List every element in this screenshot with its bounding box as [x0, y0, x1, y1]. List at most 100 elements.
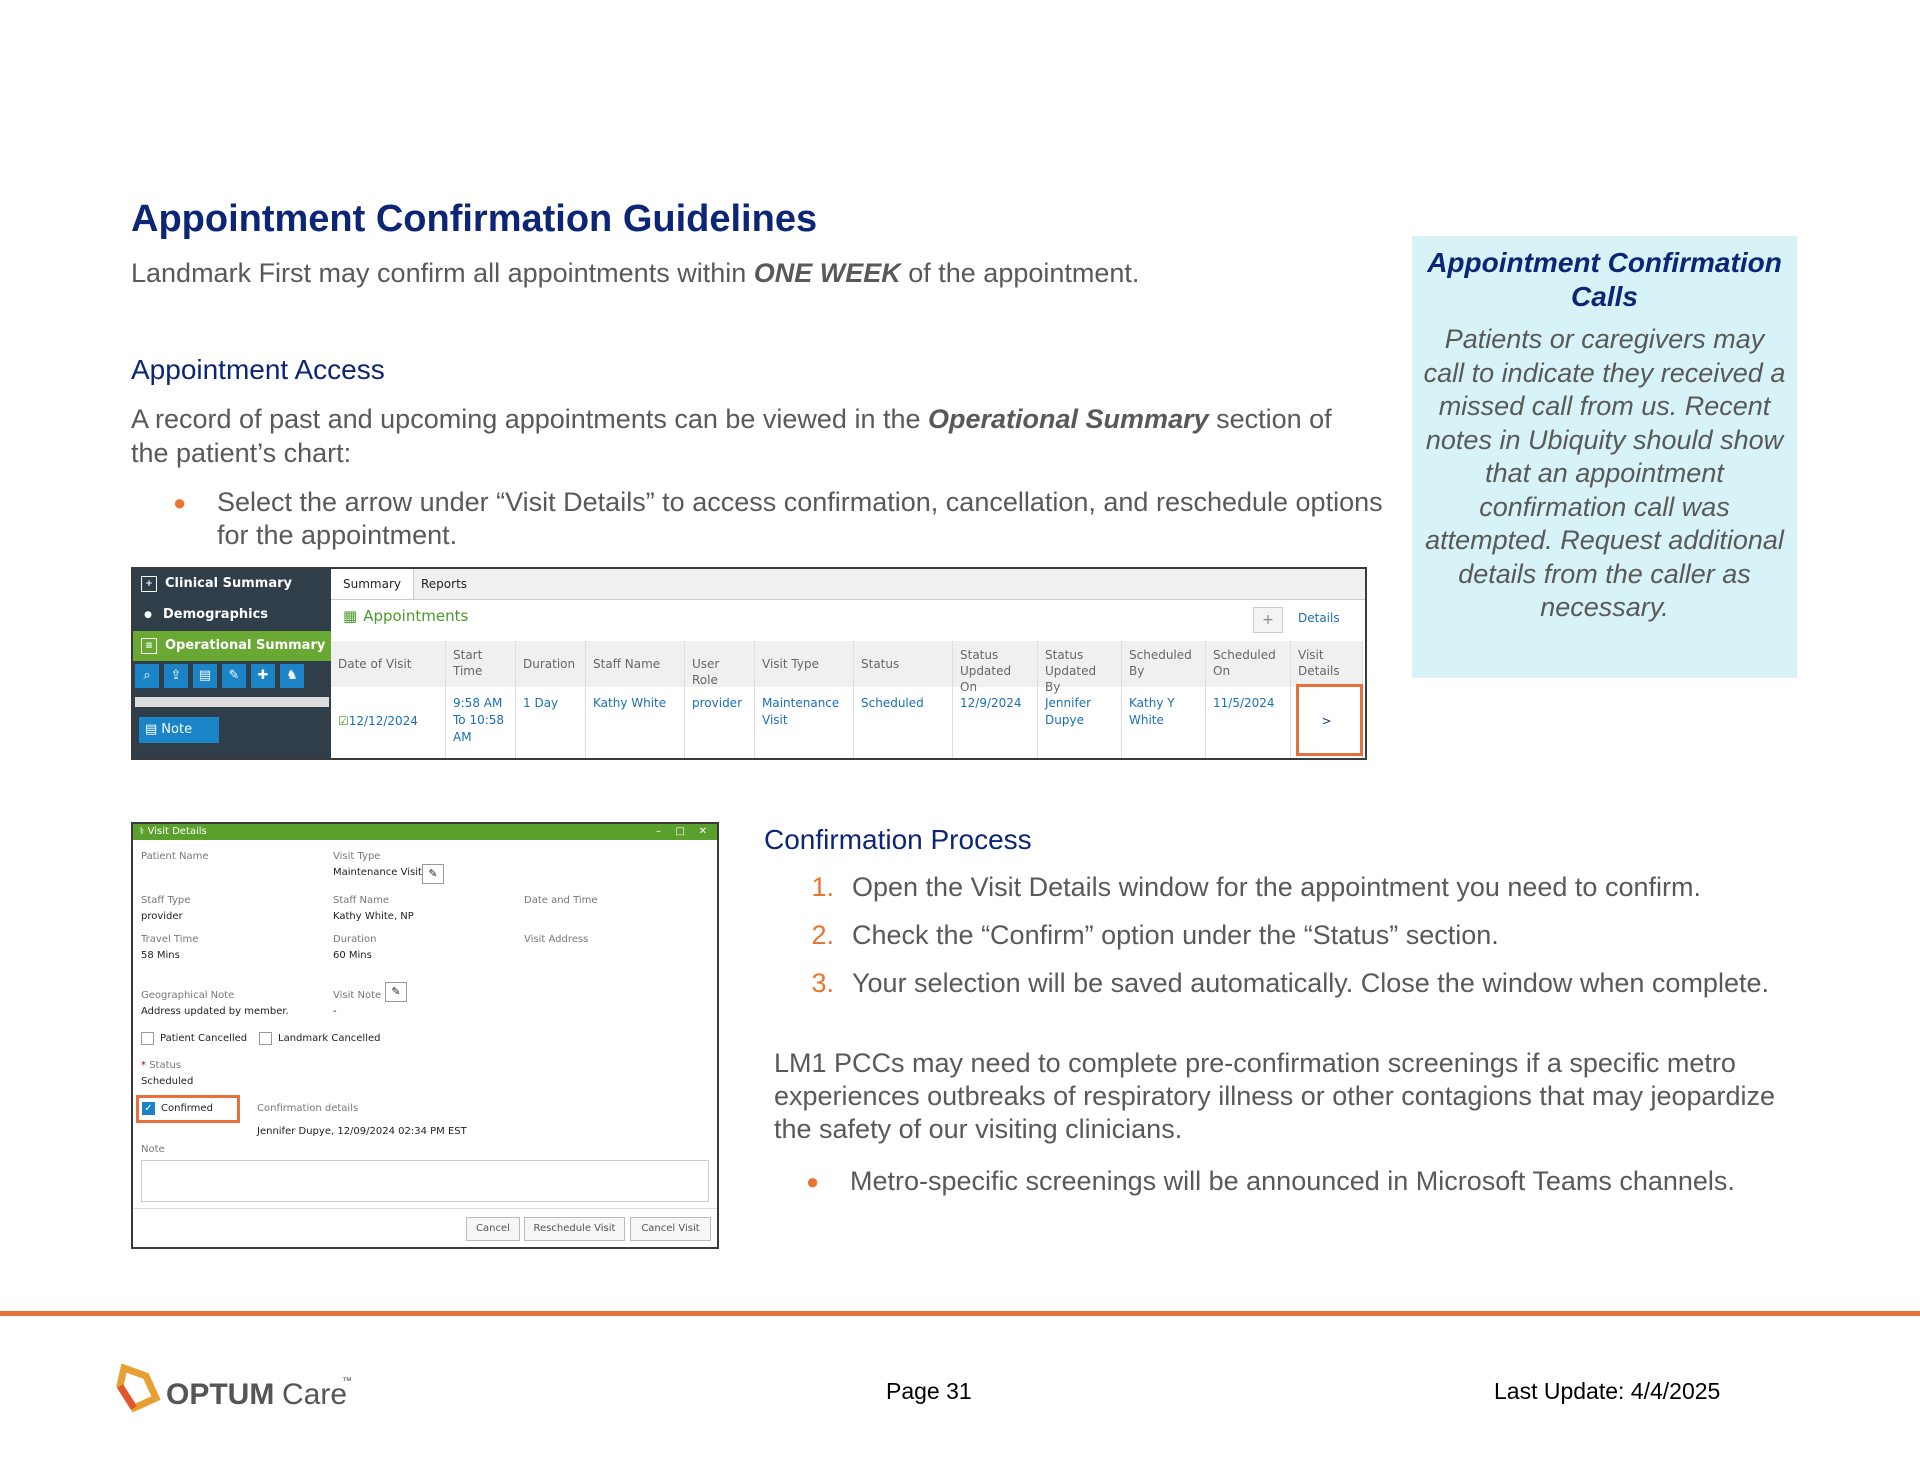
column-header: Scheduled By: [1122, 641, 1206, 687]
status-label: * Status: [141, 1060, 182, 1071]
step-item: 1. Open the Visit Details window for the …: [811, 872, 1701, 902]
reschedule-visit-button[interactable]: Reschedule Visit: [524, 1217, 625, 1241]
appointments-screenshot: + Clinical Summary ● Demographics ≡ Operati…: [131, 567, 1367, 760]
minimize-icon[interactable]: –: [656, 824, 661, 840]
note-icon: ▤: [145, 722, 158, 737]
edit-icon[interactable]: ✎: [385, 982, 407, 1002]
window-titlebar: ⚕ Visit Details – □ ✕: [133, 824, 717, 840]
access-heading: Appointment Access: [131, 354, 385, 385]
column-header: Status Updated By: [1038, 641, 1122, 694]
column-header: Visit Details: [1291, 641, 1363, 687]
search-icon[interactable]: ⌕: [135, 664, 159, 688]
visit-type-value: Maintenance Visit: [333, 867, 422, 878]
bullet-dot: ●: [173, 490, 187, 515]
sidebar-scrollbar[interactable]: [135, 697, 329, 707]
travel-time-value: 58 Mins: [141, 950, 180, 961]
cell-date[interactable]: ☑12/12/2024: [331, 687, 446, 758]
cell-start-time: 9:58 AM To 10:58 AM: [446, 687, 516, 758]
column-header: Status: [854, 641, 953, 687]
highlight-box: [1296, 684, 1363, 756]
confirmation-details-value: Jennifer Dupye, 12/09/2024 02:34 PM EST: [257, 1126, 467, 1137]
cell-duration: 1 Day: [516, 687, 586, 758]
calendar-icon: ▦: [343, 607, 358, 625]
cancel-button[interactable]: Cancel: [466, 1217, 520, 1241]
step-item: 2. Check the “Confirm” option under the “…: [811, 920, 1499, 950]
footer-divider: [0, 1311, 1920, 1316]
visit-note-label: Visit Note: [333, 990, 382, 1001]
tab-reports[interactable]: Reports: [409, 569, 479, 599]
bullet-dot: ●: [806, 1169, 820, 1194]
add-button[interactable]: +: [1253, 607, 1283, 633]
column-header: User Role: [685, 641, 755, 687]
visit-note-value: -: [333, 1006, 337, 1017]
process-heading: Confirmation Process: [764, 824, 1032, 855]
tab-summary[interactable]: Summary: [331, 569, 414, 599]
step-item: 3. Your selection will be saved automatic…: [811, 968, 1769, 998]
optum-logo-icon: [116, 1364, 161, 1413]
duration-label: Duration: [333, 934, 377, 945]
column-header: Duration: [516, 641, 586, 687]
highlight-box: [136, 1095, 240, 1123]
tab-bar: Summary Reports: [331, 569, 1365, 600]
column-header: Visit Type: [755, 641, 854, 687]
staff-name-value: Kathy White, NP: [333, 911, 414, 922]
confirmation-details-label: Confirmation details: [257, 1103, 359, 1114]
edit-doc-icon[interactable]: ✎: [222, 664, 246, 688]
appointments-heading: ▦ Appointments: [343, 607, 469, 625]
process-paragraph: LM1 PCCs may need to complete pre-confir…: [774, 1048, 1776, 1144]
staff-type-value: provider: [141, 911, 183, 922]
cell-status-updated-on: 12/9/2024: [953, 687, 1038, 758]
callout-title: Appointment Confirmation Calls: [1427, 247, 1782, 312]
sidebar-item-clinical-summary[interactable]: + Clinical Summary: [133, 569, 331, 599]
note-button[interactable]: ▤ Note: [139, 717, 219, 743]
duration-value: 60 Mins: [333, 950, 372, 961]
upload-icon[interactable]: ⇪: [164, 664, 188, 688]
cell-status: Scheduled: [854, 687, 953, 758]
column-header: Start Time: [446, 641, 516, 687]
sidebar-toolbar: ⌕ ⇪ ▤ ✎ ✚ ♞: [135, 664, 304, 694]
staff-name-label: Staff Name: [333, 895, 389, 906]
sidebar-item-operational-summary[interactable]: ≡ Operational Summary: [133, 631, 331, 661]
patient-cancelled-label: Patient Cancelled: [160, 1033, 248, 1044]
intro-text: Landmark First may confirm all appointme…: [131, 258, 1140, 288]
animal-icon[interactable]: ♞: [280, 664, 304, 688]
note-textarea[interactable]: [141, 1160, 709, 1202]
geo-note-label: Geographical Note: [141, 990, 235, 1001]
details-link[interactable]: Details: [1298, 611, 1340, 625]
column-header: Staff Name: [586, 641, 685, 687]
cancel-visit-button[interactable]: Cancel Visit: [630, 1217, 711, 1241]
cell-scheduled-by: Kathy Y White: [1122, 687, 1206, 758]
edit-icon[interactable]: ✎: [422, 864, 444, 884]
medical-icon[interactable]: ✚: [251, 664, 275, 688]
plus-doc-icon: +: [141, 575, 157, 592]
cell-user-role: provider: [685, 687, 755, 758]
staff-type-label: Staff Type: [141, 895, 191, 906]
process-bullet: ● Metro-specific screenings will be anno…: [764, 1165, 1764, 1198]
visit-type-label: Visit Type: [333, 851, 381, 862]
access-bullet: ● Select the arrow under “Visit Details”…: [131, 486, 1391, 552]
calendar-check-icon: ☑: [338, 714, 349, 728]
folder-icon[interactable]: ▤: [193, 664, 217, 688]
person-icon: ●: [144, 609, 152, 620]
divider: [133, 1208, 717, 1209]
access-text: A record of past and upcoming appointmen…: [131, 404, 1332, 468]
visit-details-screenshot: ⚕ Visit Details – □ ✕ Patient Name Visit…: [131, 822, 719, 1249]
landmark-cancelled-checkbox[interactable]: [259, 1032, 272, 1045]
column-header: Date of Visit: [331, 641, 446, 687]
close-icon[interactable]: ✕: [699, 824, 707, 840]
cell-visit-type: Maintenance Visit: [755, 687, 854, 758]
window-icon: ⚕: [139, 826, 145, 837]
sidebar-item-demographics[interactable]: ● Demographics: [133, 600, 331, 630]
column-header: Scheduled On: [1206, 641, 1291, 687]
cell-scheduled-on: 11/5/2024: [1206, 687, 1291, 758]
clipboard-icon: ≡: [141, 637, 157, 654]
date-time-label: Date and Time: [524, 895, 598, 906]
patient-cancelled-checkbox[interactable]: [141, 1032, 154, 1045]
callout-box: Appointment Confirmation Calls Patients …: [1412, 236, 1797, 678]
cell-status-updated-by: Jennifer Dupye: [1038, 687, 1122, 758]
landmark-cancelled-label: Landmark Cancelled: [278, 1033, 381, 1044]
last-update: Last Update: 4/4/2025: [1494, 1378, 1721, 1404]
note-label: Note: [141, 1144, 165, 1155]
maximize-icon[interactable]: □: [676, 824, 685, 840]
page-title: Appointment Confirmation Guidelines: [131, 198, 818, 240]
